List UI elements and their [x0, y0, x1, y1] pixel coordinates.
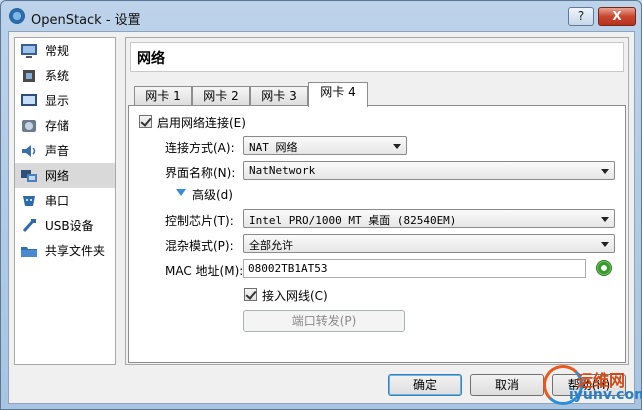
monitor-icon — [21, 43, 37, 58]
panel-header: 网络 — [130, 42, 624, 72]
chevron-down-icon — [601, 242, 609, 247]
port-forwarding-button[interactable]: 端口转发(P) — [243, 310, 405, 332]
interface-name-select[interactable]: NatNetwork — [243, 161, 615, 180]
advanced-label[interactable]: 高级(d) — [192, 186, 233, 203]
cancel-button[interactable]: 取消 — [470, 374, 544, 396]
chevron-down-icon — [393, 144, 401, 149]
serial-port-icon — [23, 195, 35, 206]
adapter-tab-page: 启用网络连接(E) 连接方式(A): NAT 网络 界面名称(N): NatNe… — [128, 105, 626, 363]
network-icon — [21, 169, 37, 182]
interface-name-value: NatNetwork — [249, 164, 316, 177]
interface-name-label: 界面名称(N): — [165, 166, 236, 180]
sidebar-item-storage[interactable]: 存储 — [15, 113, 115, 138]
page-title: 网络 — [137, 51, 165, 67]
title-bar: OpenStack - 设置 ? X — [1, 1, 641, 31]
adapter-type-value: Intel PRO/1000 MT 桌面 (82540EM) — [249, 214, 457, 227]
attached-to-value: NAT 网络 — [249, 141, 298, 154]
help-title-button[interactable]: ? — [568, 7, 594, 26]
cable-connected-checkbox[interactable] — [244, 288, 257, 301]
attached-to-select[interactable]: NAT 网络 — [243, 136, 407, 155]
promiscuous-mode-value: 全部允许 — [249, 239, 293, 252]
adapter-type-select[interactable]: Intel PRO/1000 MT 桌面 (82540EM) — [243, 209, 615, 228]
refresh-mac-icon[interactable] — [596, 260, 612, 276]
adapter-type-label: 控制芯片(T): — [165, 214, 234, 228]
settings-window: OpenStack - 设置 ? X 常规 系统 显示 存储 声音 网络 串口 … — [0, 0, 642, 410]
sidebar-item-label: USB设备 — [45, 219, 94, 233]
mac-address-input[interactable]: 08002TB1AT53 — [243, 259, 586, 278]
tab-adapter-2[interactable]: 网卡 2 — [192, 86, 250, 106]
display-icon — [21, 93, 37, 106]
promiscuous-mode-select[interactable]: 全部允许 — [243, 234, 615, 253]
enable-network-checkbox[interactable] — [139, 115, 152, 128]
mac-address-value: 08002TB1AT53 — [248, 262, 328, 275]
window-title: OpenStack - 设置 — [31, 13, 141, 28]
sidebar-item-system[interactable]: 系统 — [15, 63, 115, 88]
sidebar-item-label: 声音 — [45, 144, 70, 158]
settings-sidebar: 常规 系统 显示 存储 声音 网络 串口 USB设备 共享文件夹 — [14, 37, 116, 365]
sidebar-item-shared-folders[interactable]: 共享文件夹 — [15, 238, 115, 263]
settings-panel: 网络 网卡 1 网卡 2 网卡 3 网卡 4 启用网络连接(E) 连接方式(A)… — [125, 37, 629, 365]
sidebar-item-label: 串口 — [45, 194, 70, 208]
sidebar-item-display[interactable]: 显示 — [15, 88, 115, 113]
speaker-icon — [22, 144, 36, 157]
virtualbox-icon — [9, 8, 25, 24]
chevron-down-icon — [601, 169, 609, 174]
watermark-line2: iyunv.com — [569, 387, 642, 403]
dialog-client: 常规 系统 显示 存储 声音 网络 串口 USB设备 共享文件夹 网络 网卡 1… — [8, 31, 635, 404]
mac-address-label: MAC 地址(M): — [165, 264, 244, 278]
tab-adapter-4[interactable]: 网卡 4 — [308, 82, 368, 107]
folder-icon — [21, 246, 37, 257]
watermark-logo: 运维网 iyunv.com — [541, 363, 642, 409]
ok-button[interactable]: 确定 — [388, 374, 462, 396]
sidebar-item-label: 网络 — [45, 169, 70, 183]
chevron-down-icon — [601, 217, 609, 222]
sidebar-item-label: 显示 — [45, 94, 70, 108]
advanced-expander-icon[interactable] — [176, 189, 186, 196]
sidebar-item-network[interactable]: 网络 — [15, 163, 115, 188]
sidebar-item-usb[interactable]: USB设备 — [15, 213, 115, 238]
tab-adapter-3[interactable]: 网卡 3 — [250, 86, 308, 106]
promiscuous-mode-label: 混杂模式(P): — [165, 239, 234, 253]
sidebar-item-label: 系统 — [45, 69, 70, 83]
chip-icon — [23, 69, 35, 82]
sidebar-item-general[interactable]: 常规 — [15, 38, 115, 63]
disk-icon — [22, 119, 36, 132]
usb-icon — [22, 218, 36, 232]
sidebar-item-audio[interactable]: 声音 — [15, 138, 115, 163]
attached-to-label: 连接方式(A): — [165, 141, 235, 155]
close-button[interactable]: X — [598, 7, 636, 26]
cable-connected-label: 接入网线(C) — [262, 289, 328, 303]
enable-network-label: 启用网络连接(E) — [157, 116, 246, 130]
sidebar-item-label: 存储 — [45, 119, 70, 133]
tab-adapter-1[interactable]: 网卡 1 — [134, 86, 192, 106]
sidebar-item-label: 共享文件夹 — [45, 244, 106, 258]
sidebar-item-serial[interactable]: 串口 — [15, 188, 115, 213]
sidebar-item-label: 常规 — [45, 44, 70, 58]
